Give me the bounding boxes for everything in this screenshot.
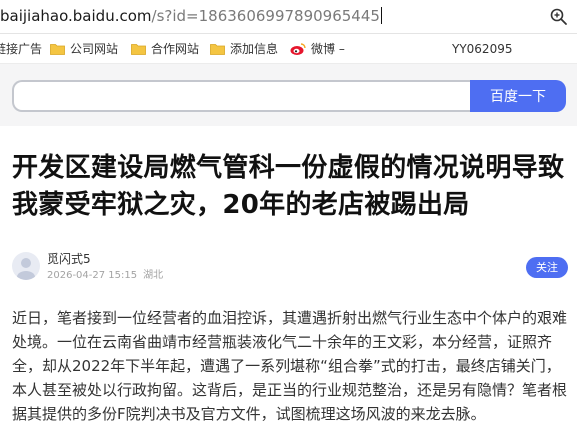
folder-icon: [131, 44, 146, 55]
article-paragraph: 近日，笔者接到一位经营者的血泪控诉，其遭遇折射出燃气行业生态中个体户的艰难处境。…: [12, 309, 568, 423]
bookmarks-bar: 链接广告 公司网站 合作网站 添加信息 微博 – YY062095: [0, 34, 577, 64]
text-caret: [380, 7, 382, 24]
weibo-icon: [290, 43, 306, 55]
publish-date: 2026-04-27 15:15: [47, 270, 138, 281]
zoom-magnifier-icon[interactable]: [549, 7, 569, 27]
author-name[interactable]: 觅闪式5: [47, 252, 91, 267]
bookmark-item-weibo[interactable]: 微博 –: [290, 41, 345, 57]
article-meta: 2026-04-27 15:15 湖北: [47, 269, 163, 282]
bookmark-label: 微博 –: [311, 42, 345, 56]
bookmark-item-links[interactable]: 链接广告: [0, 41, 42, 57]
search-button[interactable]: 百度一下: [470, 80, 566, 112]
address-bar[interactable]: baijiahao.baidu.com/s?id=186360699789096…: [0, 0, 577, 34]
bookmark-label: 链接广告: [0, 42, 43, 56]
bookmark-item-partner-site[interactable]: 合作网站: [131, 41, 199, 57]
bookmark-item-add-info[interactable]: 添加信息: [210, 41, 278, 57]
bookmark-label: 公司网站: [70, 42, 119, 56]
publish-location: 湖北: [143, 270, 164, 281]
url-path: /s?id=1863606997890965445: [151, 7, 380, 25]
url-host: baijiahao.baidu.com: [0, 7, 152, 25]
user-avatar-icon[interactable]: [12, 252, 40, 280]
search-input[interactable]: [12, 80, 470, 112]
bookmark-item-company-site[interactable]: 公司网站: [50, 41, 118, 57]
url-field[interactable]: baijiahao.baidu.com/s?id=186360699789096…: [0, 6, 382, 26]
search-header: 百度一下: [0, 64, 577, 126]
folder-icon: [50, 44, 65, 55]
bookmark-label: 添加信息: [230, 42, 279, 56]
folder-icon: [210, 44, 225, 55]
bookmark-right-text: YY062095: [452, 42, 513, 56]
article-title: 开发区建设局燃气管科一份虚假的情况说明导致我蒙受牢狱之灾，20年的老店被踢出局: [12, 153, 565, 220]
bookmark-label: 合作网站: [151, 42, 200, 56]
follow-button[interactable]: 关注: [526, 257, 568, 278]
